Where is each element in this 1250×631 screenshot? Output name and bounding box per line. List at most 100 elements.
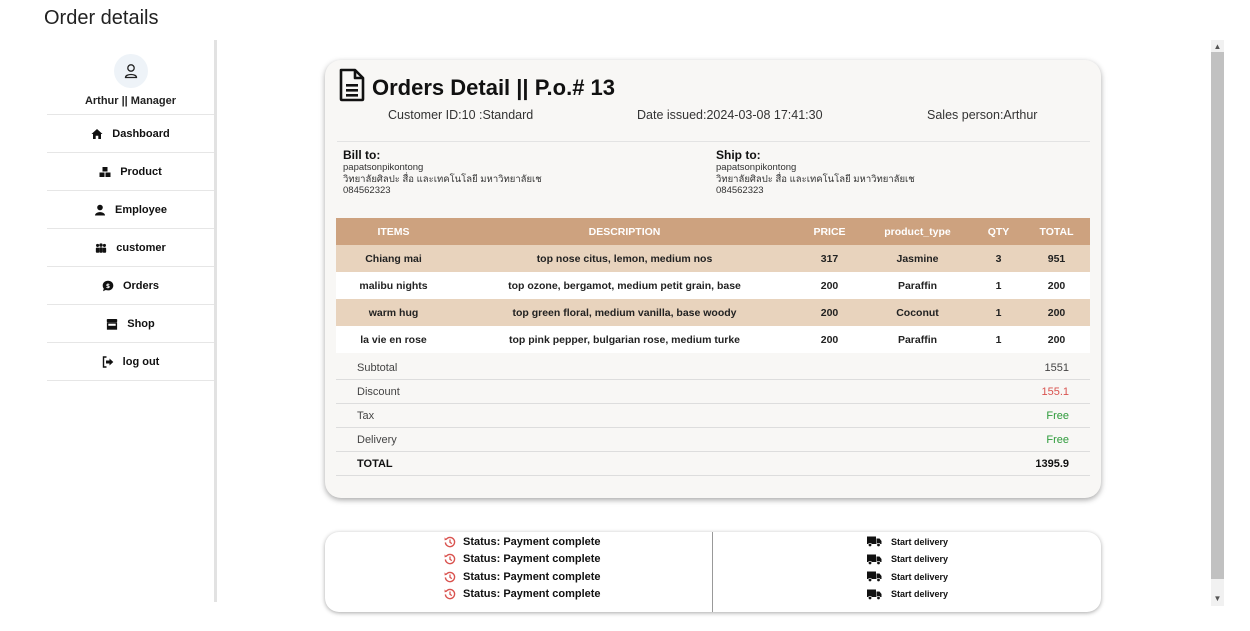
item-price: 200 — [798, 326, 861, 353]
sidebar-item-product[interactable]: Product — [47, 152, 214, 190]
tax-value: Free — [1046, 409, 1069, 422]
item-qty: 1 — [974, 272, 1023, 299]
column-header: product_type — [861, 218, 974, 245]
logout-icon — [102, 355, 114, 368]
status-timeline-card: Status: Payment complete Status: Payment… — [325, 532, 1101, 612]
discount-label: Discount — [357, 385, 400, 398]
item-name: malibu nights — [336, 272, 451, 299]
status-item: Status: Payment complete — [444, 586, 601, 604]
sidebar: Arthur || Manager Dashboard Product Empl… — [47, 40, 214, 602]
item-total: 200 — [1023, 326, 1090, 353]
sidebar-item-label: Employee — [115, 203, 167, 216]
user-icon — [94, 204, 106, 216]
subtotal-value: 1551 — [1044, 361, 1069, 374]
bill-to-label: Bill to: — [343, 148, 381, 162]
sidebar-item-orders[interactable]: $ Orders — [47, 266, 214, 304]
sales-person: Sales person:Arthur — [927, 108, 1038, 122]
sidebar-item-customer[interactable]: customer — [47, 228, 214, 266]
scroll-down-arrow-icon[interactable]: ▼ — [1211, 592, 1224, 604]
order-title: Orders Detail || P.o.# 13 — [372, 74, 616, 100]
status-item: Status: Payment complete — [444, 533, 601, 551]
sidebar-item-label: log out — [122, 355, 160, 368]
item-price: 200 — [798, 299, 861, 326]
item-product-type: Coconut — [861, 299, 974, 326]
column-header: PRICE — [798, 218, 861, 245]
tax-row: Tax Free — [336, 404, 1090, 428]
order-summary: Subtotal 1551 Discount 155.1 Tax Free De… — [336, 356, 1090, 476]
sidebar-item-shop[interactable]: Shop — [47, 304, 214, 342]
item-total: 951 — [1023, 245, 1090, 272]
sidebar-item-label: Dashboard — [112, 127, 170, 140]
column-header: DESCRIPTION — [451, 218, 798, 245]
status-text: Status: Payment complete — [463, 553, 601, 566]
item-price: 200 — [798, 272, 861, 299]
tax-label: Tax — [357, 409, 375, 422]
item-price: 317 — [798, 245, 861, 272]
status-text: Start delivery — [891, 536, 949, 547]
status-item: Start delivery — [867, 551, 948, 569]
sidebar-item-employee[interactable]: Employee — [47, 190, 214, 228]
column-header: TOTAL — [1023, 218, 1090, 245]
total-label: TOTAL — [357, 457, 393, 470]
delivery-value: Free — [1046, 433, 1069, 446]
item-total: 200 — [1023, 299, 1090, 326]
truck-icon — [867, 571, 882, 583]
item-description: top green floral, medium vanilla, base w… — [451, 299, 798, 326]
boxes-icon — [99, 166, 111, 178]
payment-status-list: Status: Payment complete Status: Payment… — [444, 533, 601, 603]
item-name: warm hug — [336, 299, 451, 326]
status-divider — [712, 532, 713, 612]
delivery-label: Delivery — [357, 433, 397, 446]
subtotal-label: Subtotal — [357, 361, 398, 374]
table-row: la vie en rose top pink pepper, bulgaria… — [336, 326, 1090, 353]
item-description: top nose citus, lemon, medium nos — [451, 245, 798, 272]
ship-to-phone: 084562323 — [716, 185, 764, 196]
user-name: Arthur || Manager — [84, 95, 177, 107]
history-icon — [444, 536, 457, 548]
bill-to-address: วิทยาลัยศิลปะ สื่อ และเทคโนโลยี มหาวิทยา… — [343, 173, 542, 185]
status-text: Start delivery — [891, 589, 949, 600]
bill-to-phone: 084562323 — [343, 185, 391, 196]
sidebar-nav: Dashboard Product Employee customer $ Or… — [47, 114, 214, 381]
status-item: Status: Payment complete — [444, 568, 601, 586]
truck-icon — [867, 554, 882, 565]
truck-icon — [867, 589, 882, 600]
status-item: Start delivery — [867, 586, 948, 604]
sidebar-item-logout[interactable]: log out — [47, 342, 214, 381]
scrollbar-thumb[interactable] — [1211, 52, 1224, 579]
status-text: Start delivery — [891, 554, 949, 565]
total-value: 1395.9 — [1035, 457, 1069, 470]
ship-to: Ship to: papatsonpikontong วิทยาลัยศิลปะ… — [716, 148, 915, 197]
discount-value: 155.1 — [1041, 385, 1069, 398]
item-product-type: Paraffin — [861, 272, 974, 299]
header-divider — [337, 141, 1090, 142]
status-item: Status: Payment complete — [444, 551, 601, 569]
sidebar-item-label: Orders — [122, 279, 160, 292]
sidebar-item-label: Product — [120, 165, 162, 178]
sidebar-item-label: Shop — [127, 317, 155, 330]
table-row: Chiang mai top nose citus, lemon, medium… — [336, 245, 1090, 272]
order-items-table: ITEMS DESCRIPTION PRICE product_type QTY… — [336, 218, 1090, 353]
ship-to-address: วิทยาลัยศิลปะ สื่อ และเทคโนโลยี มหาวิทยา… — [716, 173, 915, 185]
scroll-up-arrow-icon[interactable]: ▲ — [1211, 40, 1224, 52]
user-avatar-icon — [114, 54, 148, 88]
history-icon — [444, 588, 457, 600]
status-item: Start delivery — [867, 568, 948, 586]
column-header: QTY — [974, 218, 1023, 245]
status-text: Status: Payment complete — [463, 535, 601, 548]
history-icon — [444, 571, 457, 583]
delivery-status-list: Start delivery Start delivery Start deli… — [867, 533, 948, 603]
bill-to: Bill to: papatsonpikontong วิทยาลัยศิลปะ… — [343, 148, 542, 197]
discount-row: Discount 155.1 — [336, 380, 1090, 404]
item-name: la vie en rose — [336, 326, 451, 353]
item-product-type: Jasmine — [861, 245, 974, 272]
order-detail-card: Orders Detail || P.o.# 13 Customer ID:10… — [325, 60, 1101, 498]
item-description: top ozone, bergamot, medium petit grain,… — [451, 272, 798, 299]
status-text: Status: Payment complete — [463, 570, 601, 583]
item-total: 200 — [1023, 272, 1090, 299]
item-qty: 1 — [974, 299, 1023, 326]
ship-to-name: papatsonpikontong — [716, 162, 797, 173]
status-item: Start delivery — [867, 533, 948, 551]
sidebar-item-dashboard[interactable]: Dashboard — [47, 114, 214, 152]
total-row: TOTAL 1395.9 — [336, 452, 1090, 476]
